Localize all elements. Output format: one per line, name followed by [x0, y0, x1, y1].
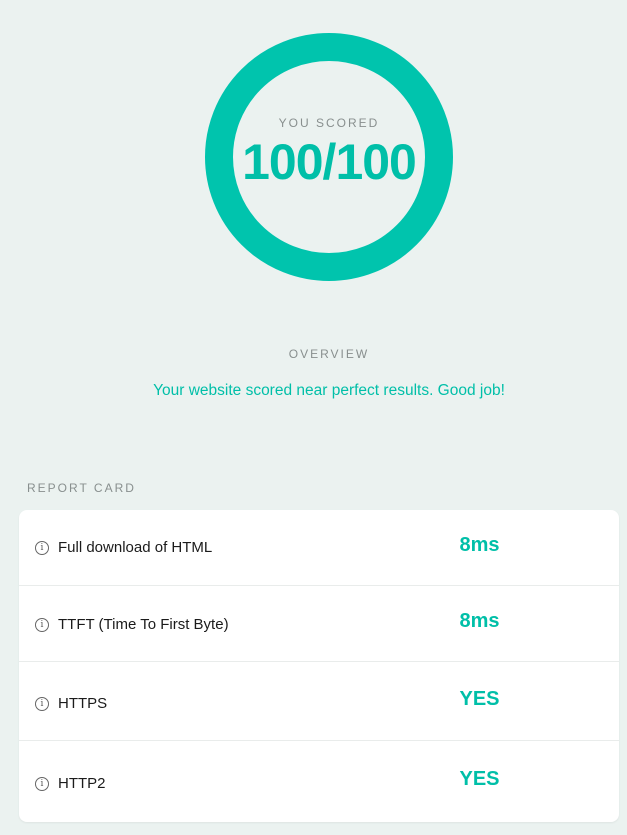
info-icon[interactable]: i [35, 696, 49, 711]
score-value: 100/100 [242, 134, 417, 190]
row-label-group: i HTTPS [35, 695, 107, 712]
row-value: YES [459, 768, 500, 790]
row-label-group: i Full download of HTML [35, 539, 212, 556]
report-row-html-download: i Full download of HTML 8ms [19, 510, 619, 586]
row-label-group: i TTFT (Time To First Byte) [35, 616, 229, 633]
row-value: 8ms [459, 610, 500, 632]
row-label: HTTPS [58, 695, 108, 712]
row-value: 8ms [459, 534, 500, 556]
overview-message: Your website scored near perfect results… [153, 382, 505, 399]
info-icon[interactable]: i [35, 617, 49, 632]
report-row-http2: i HTTP2 YES [19, 741, 619, 822]
info-icon[interactable]: i [35, 776, 49, 791]
row-label: Full download of HTML [58, 539, 213, 556]
row-label: HTTP2 [58, 775, 106, 792]
overview-heading: OVERVIEW [288, 347, 370, 361]
row-value: YES [459, 688, 500, 710]
info-icon[interactable]: i [35, 540, 49, 555]
row-label-group: i HTTP2 [35, 775, 106, 792]
row-label: TTFT (Time To First Byte) [58, 616, 229, 633]
score-caption: YOU SCORED [278, 116, 380, 130]
report-row-ttft: i TTFT (Time To First Byte) 8ms [19, 585, 619, 662]
report-card: i Full download of HTML 8ms i TTFT (Time… [19, 510, 619, 822]
report-row-https: i HTTPS YES [19, 661, 619, 741]
report-card-heading: REPORT CARD [27, 481, 136, 495]
